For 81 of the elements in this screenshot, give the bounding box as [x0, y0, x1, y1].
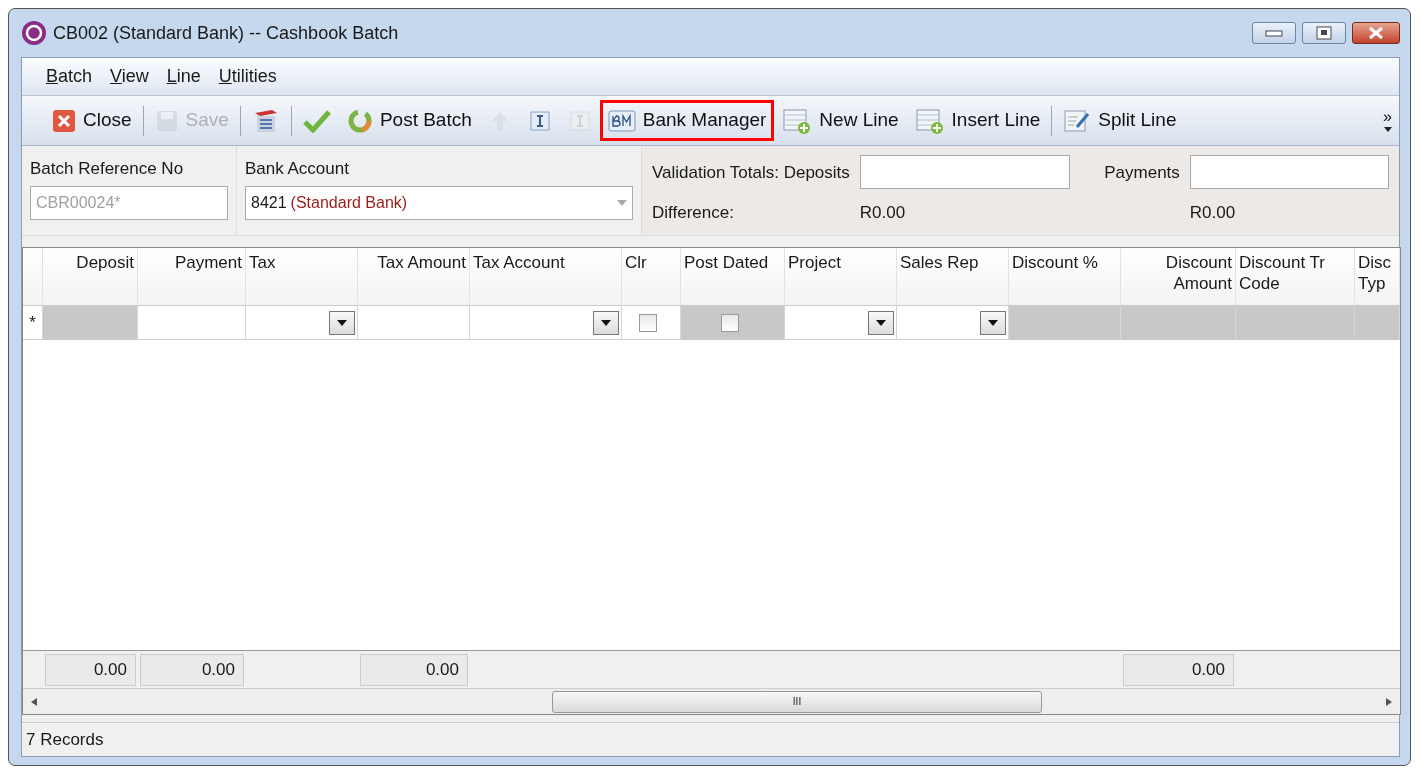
- caret-icon: [988, 319, 998, 326]
- column-header[interactable]: Tax Account: [470, 248, 622, 305]
- toolbar-button[interactable]: Bank Manager: [599, 100, 775, 141]
- column-header[interactable]: Project: [785, 248, 897, 305]
- field-label: Batch Reference No: [30, 158, 185, 180]
- dropdown-cell[interactable]: [897, 305, 1009, 340]
- document-icon: [527, 108, 552, 133]
- dropdown-cell[interactable]: [470, 305, 622, 340]
- column-header[interactable]: Payment: [138, 248, 246, 305]
- column-header[interactable]: Post Dated: [681, 248, 785, 305]
- field-label: Difference:: [652, 202, 735, 225]
- input-cell[interactable]: [1009, 305, 1121, 340]
- maximize-button[interactable]: [1302, 22, 1346, 44]
- grid-icon: [914, 106, 945, 135]
- dropdown-cell[interactable]: [785, 305, 897, 340]
- window-title: CB002 (Standard Bank) -- Cashbook Batch: [53, 21, 399, 45]
- input-cell[interactable]: [43, 305, 138, 340]
- caret-icon: [617, 199, 627, 206]
- document-icon: [567, 108, 592, 133]
- deposits-field[interactable]: [859, 155, 1070, 190]
- scrollbar-thumb[interactable]: III: [552, 690, 1042, 713]
- scroll-right-icon: [1386, 697, 1392, 706]
- minimize-button[interactable]: [1252, 22, 1296, 44]
- toolbar-button[interactable]: Insert Line: [906, 100, 1049, 141]
- menu-item[interactable]: Utilities: [218, 63, 277, 90]
- input-cell[interactable]: [1236, 305, 1355, 340]
- close-icon: [1367, 26, 1385, 40]
- toolbar-button[interactable]: New Line: [774, 100, 907, 141]
- menu-item[interactable]: Line: [166, 63, 201, 90]
- field-label: Validation Totals: Deposits: [652, 161, 850, 184]
- input-cell[interactable]: [138, 305, 246, 340]
- toolbar-button[interactable]: Split Line: [1055, 100, 1185, 141]
- app-logo-icon: [21, 20, 47, 46]
- toolbar-button[interactable]: Close: [44, 100, 140, 141]
- toolbar-button[interactable]: Post Batch: [338, 100, 480, 141]
- total-cell: 0.00: [45, 654, 136, 686]
- refresh-icon: [346, 107, 373, 134]
- checkbox[interactable]: [720, 313, 739, 332]
- difference-value: R0.00: [1189, 202, 1237, 225]
- header-corner: [23, 248, 43, 305]
- input-cell[interactable]: [358, 305, 470, 340]
- minimize-icon: [1265, 29, 1283, 37]
- dropdown-cell[interactable]: [246, 305, 358, 340]
- status-text: 7 Records: [26, 728, 104, 751]
- payments-field[interactable]: [1189, 155, 1389, 190]
- input-cell[interactable]: [1121, 305, 1236, 340]
- bm-icon: [607, 108, 636, 133]
- maximize-icon: [1316, 26, 1332, 40]
- scroll-left-icon: [31, 697, 37, 706]
- difference-value: R0.00: [859, 202, 907, 225]
- close-icon: [52, 108, 76, 133]
- close-button[interactable]: [1352, 22, 1400, 44]
- field-label: Payments: [1103, 161, 1180, 184]
- column-header[interactable]: Discount %: [1009, 248, 1121, 305]
- column-header[interactable]: Discount Tr Code: [1236, 248, 1355, 305]
- column-header[interactable]: Sales Rep: [897, 248, 1009, 305]
- column-header[interactable]: Discount Amount: [1121, 248, 1236, 305]
- input-cell[interactable]: [1355, 305, 1400, 340]
- column-header[interactable]: Tax: [246, 248, 358, 305]
- total-cell: 0.00: [140, 654, 244, 686]
- save-icon: [154, 108, 179, 133]
- overflow-button[interactable]: »: [1376, 106, 1399, 135]
- column-header[interactable]: Deposit: [43, 248, 138, 305]
- new-row-marker: *: [23, 305, 43, 340]
- menu-item[interactable]: View: [110, 63, 149, 90]
- menu-item[interactable]: Batch: [46, 63, 93, 90]
- caret-icon: [876, 319, 886, 326]
- caret-icon: [1383, 127, 1392, 132]
- column-header[interactable]: Disc Typ: [1355, 248, 1400, 305]
- caret-icon: [601, 319, 611, 326]
- total-cell: 0.00: [360, 654, 468, 686]
- grid-icon: [782, 106, 813, 135]
- checkbox[interactable]: [639, 313, 657, 332]
- column-header[interactable]: Tax Amount: [358, 248, 470, 305]
- edit-icon: [1063, 107, 1092, 134]
- bank-account-combo[interactable]: 8421 (Standard Bank): [245, 185, 633, 220]
- field-label: Bank Account: [245, 158, 350, 180]
- column-header[interactable]: Clr: [622, 248, 681, 305]
- total-cell: 0.00: [1123, 654, 1234, 686]
- caret-icon: [337, 319, 347, 326]
- check-icon: [302, 108, 331, 133]
